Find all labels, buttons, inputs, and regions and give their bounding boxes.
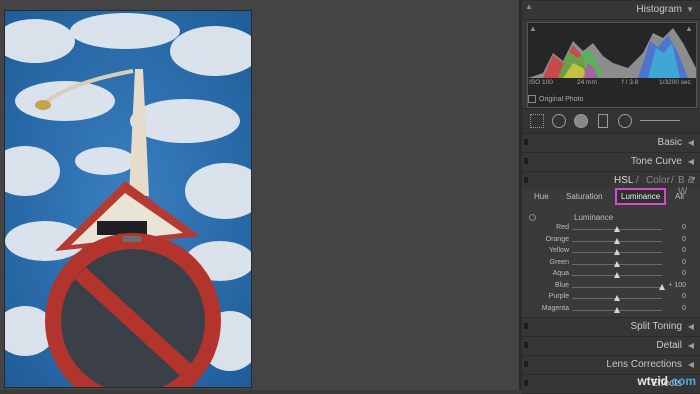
slider-value[interactable]: 0 (682, 305, 686, 312)
slider-value[interactable]: 0 (682, 247, 686, 254)
separator: / (636, 175, 639, 186)
clipping-indicator-icon[interactable]: ▲ (525, 2, 535, 12)
slider-value[interactable]: 0 (682, 236, 686, 243)
tab-saturation[interactable]: Saturation (566, 192, 602, 201)
slider-label: Magenta (541, 304, 569, 312)
panel-handle-icon (524, 158, 528, 164)
original-photo-toggle[interactable]: Original Photo (528, 95, 583, 103)
slider-row: Orange 0 (522, 236, 700, 247)
tab-luminance[interactable]: Luminance (615, 188, 667, 205)
slider-value[interactable]: 0 (682, 270, 686, 277)
slider-row: Green 0 (522, 259, 700, 270)
slider-label: Red (556, 224, 569, 231)
tone-curve-panel-header[interactable]: Tone Curve ◀ (522, 152, 700, 172)
expand-triangle-icon[interactable]: ◀ (688, 157, 694, 166)
lens-corrections-panel-header[interactable]: Lens Corrections ◀ (522, 355, 700, 375)
original-photo-checkbox[interactable] (528, 95, 536, 103)
split-toning-title: Split Toning (630, 321, 682, 332)
split-toning-panel-header[interactable]: Split Toning ◀ (522, 317, 700, 337)
panel-handle-icon (524, 139, 528, 145)
detail-title: Detail (656, 340, 682, 351)
original-photo-label: Original Photo (539, 95, 584, 103)
expand-triangle-icon[interactable]: ◀ (688, 360, 694, 369)
separator: / (671, 175, 674, 186)
collapse-triangle-icon[interactable]: ▼ (686, 5, 694, 14)
slider-thumb[interactable] (614, 226, 620, 232)
panel-handle-icon (524, 177, 528, 183)
aperture: f / 3.8 (622, 79, 639, 86)
basic-title: Basic (657, 137, 682, 148)
basic-panel-header[interactable]: Basic ◀ (522, 133, 700, 153)
slider-label: Green (549, 258, 569, 266)
slider-label: Orange (545, 235, 569, 243)
lens-corrections-title: Lens Corrections (606, 359, 682, 370)
slider-value[interactable]: 0 (682, 259, 686, 266)
slider-thumb[interactable] (614, 295, 620, 301)
targeted-adjustment-icon[interactable] (529, 214, 536, 221)
slider-row: Magenta 0 (522, 305, 700, 316)
highlight-clipping-icon[interactable]: ▲ (685, 24, 695, 34)
expand-triangle-icon[interactable]: ◀ (688, 138, 694, 147)
shadow-clipping-icon[interactable]: ▲ (529, 24, 539, 34)
collapse-triangle-icon[interactable]: ▼ (690, 176, 697, 183)
slider-thumb[interactable] (614, 249, 620, 255)
panel-handle-icon (524, 342, 528, 348)
slider-thumb[interactable] (614, 306, 620, 313)
slider-row: Red 0 (522, 224, 700, 235)
slider-label: Blue (554, 281, 569, 289)
photo-canvas (0, 0, 519, 390)
histogram-title: Histogram (636, 4, 682, 15)
hsl-subtabs: Hue Saturation Luminance All (528, 188, 694, 208)
slider-row: Aqua 0 (522, 270, 700, 281)
focal-length: 24 mm (577, 79, 597, 86)
detail-panel-header[interactable]: Detail ◀ (522, 336, 700, 356)
tool-strip (522, 108, 700, 133)
slider-thumb[interactable] (614, 260, 620, 267)
expand-triangle-icon[interactable]: ◀ (688, 322, 694, 331)
tab-hue[interactable]: Hue (534, 192, 549, 201)
radial-filter-icon[interactable] (618, 114, 632, 128)
expand-triangle-icon[interactable]: ◀ (688, 341, 694, 350)
slider-row: Purple 0 (522, 293, 700, 304)
slider-track[interactable] (572, 286, 662, 288)
tone-curve-title: Tone Curve (630, 156, 682, 167)
slider-thumb[interactable] (659, 283, 665, 290)
slider-value[interactable]: + 100 (668, 282, 686, 289)
slider-label: Aqua (552, 270, 569, 277)
slider-label: Purple (548, 293, 569, 300)
panel-handle-icon (524, 323, 528, 329)
spot-removal-icon[interactable] (552, 114, 566, 128)
red-eye-icon[interactable] (574, 114, 588, 128)
iso-value: ISO 100 (529, 79, 553, 86)
slider-thumb[interactable] (614, 272, 620, 278)
watermark-logo: wtvid.com (637, 374, 696, 388)
panel-handle-icon (524, 361, 528, 367)
histogram-panel-header[interactable]: ▲ Histogram ▼ (522, 0, 700, 20)
slider-row: Blue + 100 (522, 282, 700, 293)
panel-handle-icon (524, 380, 528, 386)
shutter-speed: 1/3200 sec (659, 79, 691, 86)
color-tab[interactable]: Color (646, 175, 670, 186)
slider-label: Yellow (549, 247, 569, 254)
tab-all[interactable]: All (675, 192, 684, 201)
adjustment-brush-icon[interactable] (640, 120, 680, 121)
slider-value[interactable]: 0 (682, 293, 686, 300)
slider-value[interactable]: 0 (682, 224, 686, 231)
crop-tool-icon[interactable] (530, 114, 544, 128)
graduated-filter-icon[interactable] (598, 114, 608, 128)
luminance-section-title: Luminance (574, 213, 614, 222)
hsl-tab[interactable]: HSL (614, 175, 633, 186)
hsl-panel-header[interactable]: HSL / Color / B & W ▼ (522, 172, 700, 197)
develop-right-panel: ▲ Histogram ▼ ▲ ▲ ISO 100 24 mm f / 3.8 … (522, 0, 700, 394)
photo[interactable] (4, 10, 252, 388)
slider-row: Yellow 0 (522, 247, 700, 258)
slider-thumb[interactable] (614, 237, 620, 244)
